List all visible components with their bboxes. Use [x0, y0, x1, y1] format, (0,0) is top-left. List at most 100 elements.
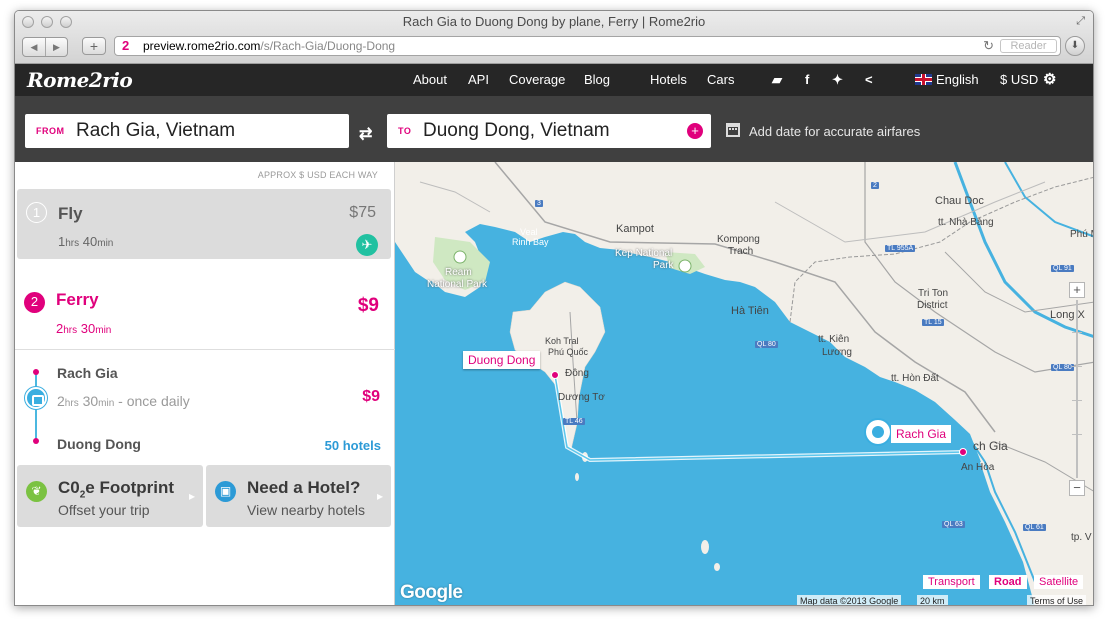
road-shield: TL 46 [563, 418, 585, 425]
google-logo: Google [400, 582, 463, 603]
nav-api[interactable]: API [468, 72, 489, 87]
browser-chrome: Rach Gia to Duong Dong by plane, Ferry |… [15, 11, 1093, 64]
map-label: Trach [728, 246, 754, 257]
map-label: Đông [565, 368, 589, 379]
map-label: Kep National [615, 248, 673, 259]
map-label: Park [653, 260, 674, 271]
terms-of-use-link[interactable]: Terms of Use [1027, 595, 1087, 605]
map-label: tt. Hòn Đất [891, 373, 939, 384]
island [575, 473, 579, 481]
site-header: Rome2rio About API Coverage Blog Hotels … [15, 64, 1093, 96]
reader-button[interactable]: Reader [1000, 39, 1057, 53]
address-bar[interactable]: 2 preview.rome2rio.com/s/Rach-Gia/Duong-… [114, 36, 1061, 56]
nav-hotels[interactable]: Hotels [650, 72, 687, 87]
map-scale: 20 km [917, 595, 948, 605]
feedback-icon[interactable]: ▰ [772, 72, 782, 88]
currency-selector[interactable]: $ USD [1000, 72, 1038, 87]
history-buttons: ◀ ▶ [22, 37, 68, 57]
from-field[interactable]: FROM Rach Gia, Vietnam [25, 114, 349, 148]
road-shield: TL 955A [885, 245, 916, 252]
hotels-link[interactable]: 50 hotels [325, 438, 381, 453]
ferry-icon [25, 387, 47, 409]
facebook-icon[interactable]: f [805, 72, 809, 87]
map-data-attribution: Map data ©2013 Google [797, 595, 902, 605]
suitcase-icon: ▣ [215, 481, 236, 502]
map-label: Tri Ton [918, 288, 949, 299]
nav-cars[interactable]: Cars [707, 72, 734, 87]
map-type-road[interactable]: Road [989, 575, 1027, 589]
map-label: Dương Tơ [558, 392, 605, 403]
zoom-tick [1072, 332, 1082, 333]
map-label: Rinh Bay [512, 237, 549, 247]
browser-window: Rach Gia to Duong Dong by plane, Ferry |… [14, 10, 1094, 606]
route-name: Ferry [56, 290, 99, 309]
map-label: Kompong [717, 234, 760, 245]
map-label: Koh Tral [545, 336, 579, 346]
fullscreen-icon[interactable]: ⤢ [1076, 15, 1085, 28]
minutes-unit: min [97, 238, 114, 249]
reload-icon[interactable]: ↻ [983, 38, 994, 54]
park-icon [453, 250, 467, 264]
share-icon[interactable]: < [865, 72, 873, 87]
route-number: 1 [26, 202, 47, 223]
zoom-out-button[interactable]: − [1069, 480, 1085, 496]
ferry-route-line [554, 374, 966, 461]
island [701, 540, 709, 554]
island [830, 309, 840, 315]
rome2rio-logo[interactable]: Rome2rio [27, 68, 133, 92]
co2-title-post: e Footprint [85, 478, 175, 497]
route-fly[interactable]: 1 Fly $75 1hrs 40min ✈ [17, 189, 391, 259]
rach-gia-marker[interactable] [959, 448, 967, 456]
window-title: Rach Gia to Duong Dong by plane, Ferry |… [402, 14, 706, 29]
new-tab-button[interactable]: + [82, 37, 106, 55]
settings-gear-icon[interactable]: ⚙ [1043, 70, 1056, 88]
segment-origin[interactable]: Rach Gia [57, 365, 118, 381]
map-type-transport[interactable]: Transport [923, 575, 980, 589]
ferry-route-outline [553, 374, 966, 463]
rach-gia-ferry-pin-icon[interactable] [864, 418, 892, 446]
map-label: Phú M [1070, 229, 1093, 240]
duong-dong-marker[interactable] [551, 371, 559, 379]
nav-coverage[interactable]: Coverage [509, 72, 565, 87]
co2-footprint-card[interactable]: ❦ C02e Footprint Offset your trip ▸ [17, 465, 203, 527]
road-shield: QL 61 [1023, 524, 1046, 531]
downloads-icon[interactable]: ⬇ [1065, 36, 1085, 56]
origin-dot [33, 369, 39, 375]
add-date-link[interactable]: Add date for accurate airfares [749, 124, 920, 139]
route-price: $75 [349, 204, 376, 221]
zoom-in-button[interactable]: + [1069, 282, 1085, 298]
duration-minutes: 30 [82, 393, 99, 409]
uk-flag-icon [915, 74, 932, 85]
route-map[interactable]: Chau Doc tt. Nhà Bàng Phú M Kampot Kompo… [395, 162, 1093, 605]
segment-destination[interactable]: Duong Dong [57, 436, 141, 452]
hotel-card[interactable]: ▣ Need a Hotel? View nearby hotels ▸ [206, 465, 391, 527]
nav-about[interactable]: About [413, 72, 447, 87]
language-selector[interactable]: English [915, 72, 979, 87]
twitter-icon[interactable]: ✦ [832, 72, 843, 88]
rach-gia-callout[interactable]: Rach Gia [891, 425, 952, 443]
map-type-satellite[interactable]: Satellite [1034, 575, 1084, 589]
duong-dong-callout[interactable]: Duong Dong [463, 351, 541, 369]
map-label: tp. V [1071, 532, 1092, 543]
nav-blog[interactable]: Blog [584, 72, 610, 87]
leaf-icon: ❦ [26, 481, 47, 502]
to-field[interactable]: TO Duong Dong, Vietnam + [387, 114, 711, 148]
approx-note: APPROX $ USD EACH WAY [257, 170, 378, 180]
card-title: Need a Hotel? [247, 478, 361, 497]
forward-icon[interactable]: ▶ [45, 38, 67, 56]
card-subtitle: View nearby hotels [247, 502, 366, 518]
add-destination-icon[interactable]: + [687, 123, 703, 139]
url-host: preview.rome2rio.com [143, 39, 261, 53]
calendar-icon[interactable] [726, 123, 740, 137]
map-label: Veal [520, 227, 538, 237]
hours-unit: hrs [63, 325, 78, 336]
hours-unit: hrs [65, 238, 80, 249]
park-icon [678, 259, 692, 273]
zoom-tick [1072, 400, 1082, 401]
swap-icon[interactable]: ⇄ [359, 124, 372, 144]
map-label: tt. Nhà Bàng [938, 217, 994, 228]
search-band: FROM Rach Gia, Vietnam ⇄ TO Duong Dong, … [15, 96, 1093, 162]
back-icon[interactable]: ◀ [23, 38, 45, 56]
zoom-slider-track[interactable] [1076, 300, 1078, 478]
to-tag: TO [398, 126, 412, 136]
